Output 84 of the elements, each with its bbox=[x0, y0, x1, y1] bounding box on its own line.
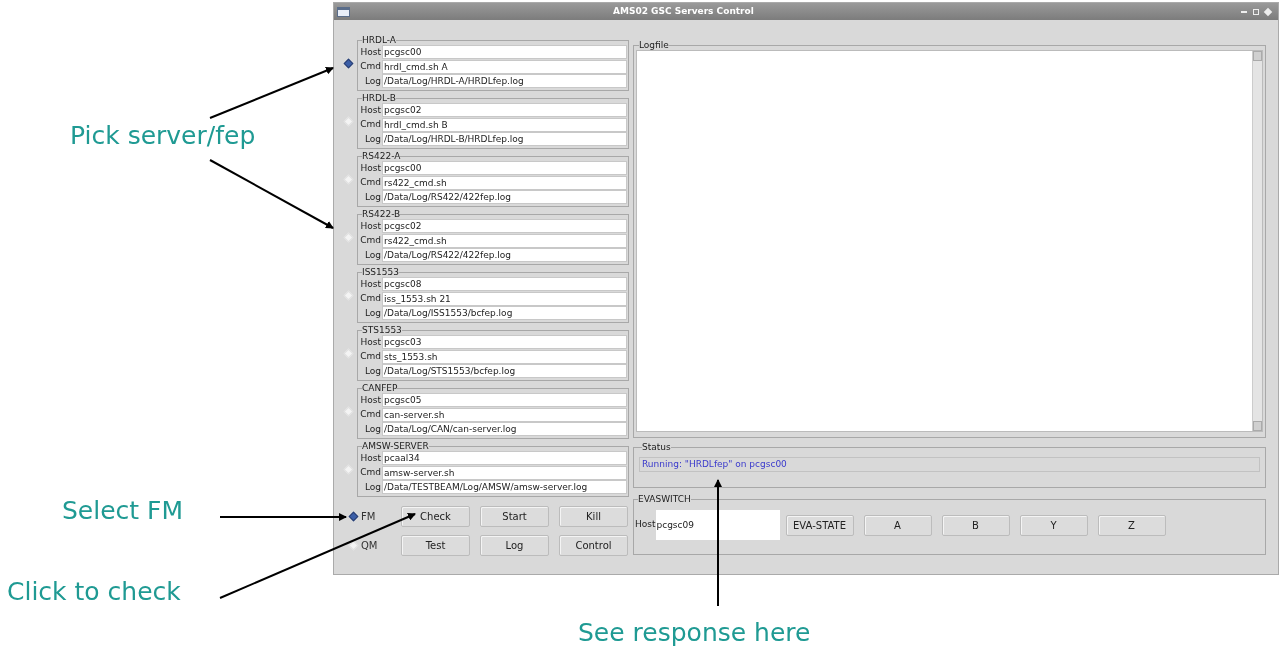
text-field[interactable]: pcgsc02 bbox=[382, 103, 627, 118]
push-button[interactable]: Test bbox=[401, 535, 470, 556]
radio-button[interactable] bbox=[343, 58, 353, 68]
field-label: Host bbox=[359, 277, 382, 291]
field-label: Cmd bbox=[359, 60, 382, 73]
scrollbar[interactable] bbox=[1252, 51, 1262, 431]
field-label: Host bbox=[359, 393, 382, 407]
status-message: Running: "HRDLfep" on pcgsc00 bbox=[639, 457, 1260, 472]
push-button[interactable]: A bbox=[863, 514, 932, 536]
group-title: RS422-A bbox=[362, 151, 401, 161]
push-button[interactable]: Kill bbox=[559, 506, 628, 527]
text-field[interactable]: rs422_cmd.sh bbox=[382, 233, 627, 248]
group-title: CANFEP bbox=[362, 383, 398, 393]
group-title: AMSW-SERVER bbox=[362, 441, 429, 451]
push-button[interactable]: EVA-STATE bbox=[785, 514, 854, 536]
text-field[interactable]: iss_1553.sh 21 bbox=[382, 291, 627, 306]
text-field[interactable]: pcgsc02 bbox=[382, 219, 627, 234]
push-button[interactable]: Control bbox=[559, 535, 628, 556]
field-label: Host bbox=[635, 518, 656, 532]
group-title: ISS1553 bbox=[362, 267, 399, 277]
annotation-text: See response here bbox=[578, 620, 811, 645]
group-title: EVASWITCH bbox=[638, 494, 691, 504]
text-field[interactable]: amsw-server.sh bbox=[382, 465, 627, 480]
field-label: Log bbox=[363, 364, 382, 378]
field-label: Log bbox=[363, 480, 382, 494]
text-field[interactable]: hrdl_cmd.sh B bbox=[382, 117, 627, 132]
group-title: STS1553 bbox=[362, 325, 402, 335]
field-label: Cmd bbox=[359, 118, 382, 131]
field-label: Host bbox=[359, 45, 382, 59]
group-title: HRDL-B bbox=[362, 93, 396, 103]
group-title: Status bbox=[642, 442, 671, 452]
field-label: Log bbox=[363, 248, 382, 262]
field-label: Cmd bbox=[359, 292, 382, 305]
field-label: Log bbox=[363, 422, 382, 436]
text-field[interactable]: /Data/Log/STS1553/bcfep.log bbox=[382, 364, 627, 379]
text-field[interactable]: pcgsc00 bbox=[382, 45, 627, 60]
field-label: Host bbox=[359, 335, 382, 349]
window-title: AMS02 GSC Servers Control bbox=[613, 4, 754, 18]
field-label: Cmd bbox=[359, 408, 382, 421]
text-field[interactable]: pcgsc05 bbox=[382, 393, 627, 408]
annotation-text: Pick server/fep bbox=[70, 123, 256, 148]
field-label: Log bbox=[363, 74, 382, 88]
push-button[interactable]: Y bbox=[1019, 514, 1088, 536]
text-field[interactable]: /Data/Log/HRDL-B/HRDLfep.log bbox=[382, 132, 627, 147]
field-label: Cmd bbox=[359, 234, 382, 247]
field-label: Log bbox=[363, 132, 382, 146]
field-label: Host bbox=[359, 219, 382, 233]
text-field[interactable]: /Data/TESTBEAM/Log/AMSW/amsw-server.log bbox=[382, 480, 627, 495]
group-title: RS422-B bbox=[362, 209, 401, 219]
push-button[interactable]: Z bbox=[1097, 514, 1166, 536]
field-label: Cmd bbox=[359, 350, 382, 363]
text-field[interactable]: /Data/Log/ISS1553/bcfep.log bbox=[382, 306, 627, 321]
host-field[interactable]: pcgsc09 bbox=[655, 510, 780, 540]
text-field[interactable]: /Data/Log/HRDL-A/HRDLfep.log bbox=[382, 74, 627, 89]
text-field[interactable]: /Data/Log/RS422/422fep.log bbox=[382, 190, 627, 205]
group-title: HRDL-A bbox=[362, 35, 396, 45]
field-label: Host bbox=[359, 103, 382, 117]
text-field[interactable]: pcgsc00 bbox=[382, 161, 627, 176]
radio-label: QM bbox=[361, 539, 379, 553]
radio-button[interactable] bbox=[348, 511, 359, 522]
annotation-text: Select FM bbox=[62, 498, 184, 523]
text-field[interactable]: rs422_cmd.sh bbox=[382, 175, 627, 190]
annotation-text: Click to check bbox=[7, 579, 181, 604]
field-label: Host bbox=[359, 161, 382, 175]
text-field[interactable]: /Data/Log/CAN/can-server.log bbox=[382, 422, 627, 437]
push-button[interactable]: Start bbox=[480, 506, 549, 527]
text-field[interactable]: sts_1553.sh bbox=[382, 349, 627, 364]
push-button[interactable]: Log bbox=[480, 535, 549, 556]
push-button[interactable]: B bbox=[941, 514, 1010, 536]
field-label: Cmd bbox=[359, 466, 382, 479]
text-field[interactable]: can-server.sh bbox=[382, 407, 627, 422]
text-field[interactable]: pcaal34 bbox=[382, 451, 627, 466]
field-label: Cmd bbox=[359, 176, 382, 189]
push-button[interactable]: Check bbox=[401, 506, 470, 527]
group-title: Logfile bbox=[639, 40, 669, 50]
radio-label: FM bbox=[361, 510, 377, 524]
field-label: Host bbox=[359, 451, 382, 465]
window-menu-icon[interactable] bbox=[337, 6, 350, 17]
field-label: Log bbox=[363, 306, 382, 320]
text-field[interactable]: hrdl_cmd.sh A bbox=[382, 59, 627, 74]
text-field[interactable]: pcgsc08 bbox=[382, 277, 627, 292]
text-field[interactable]: pcgsc03 bbox=[382, 335, 627, 350]
text-field[interactable]: /Data/Log/RS422/422fep.log bbox=[382, 248, 627, 263]
field-label: Log bbox=[363, 190, 382, 204]
